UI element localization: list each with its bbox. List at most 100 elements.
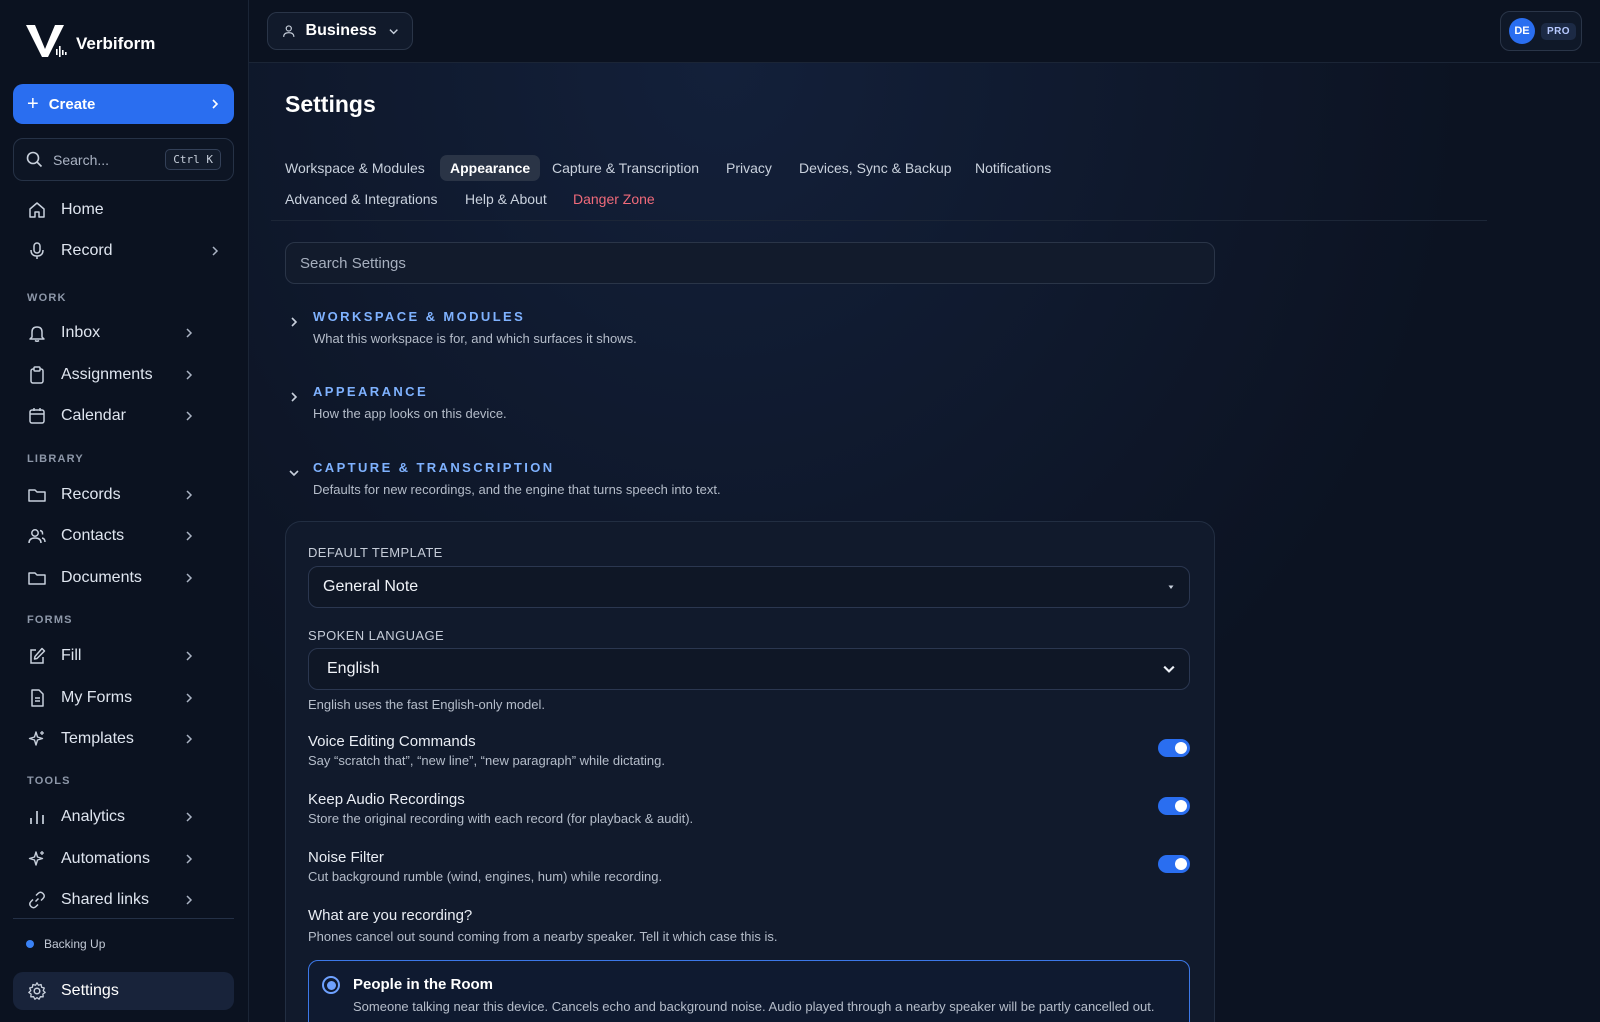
tab-capture-transcription[interactable]: Capture & Transcription	[542, 155, 709, 181]
section-title: APPEARANCE	[313, 384, 429, 399]
section-title: CAPTURE & TRANSCRIPTION	[313, 460, 555, 475]
sidebar-item-label: Templates	[61, 730, 134, 747]
voice-editing-toggle[interactable]	[1158, 739, 1190, 757]
sidebar-item-documents[interactable]: Documents	[13, 559, 234, 597]
sidebar-item-label: Analytics	[61, 808, 126, 825]
workspace-switcher[interactable]: Business	[267, 12, 413, 50]
pencil-square-icon	[30, 647, 46, 664]
sidebar-item-calendar[interactable]: Calendar	[13, 397, 234, 435]
section-workspace-modules[interactable]: WORKSPACE & MODULES What this workspace …	[285, 309, 1215, 349]
tab-danger-zone[interactable]: Danger Zone	[563, 186, 665, 212]
sidebar-item-settings[interactable]: Settings	[13, 972, 234, 1010]
backup-status-text: Backing Up	[44, 937, 106, 951]
brand-name: Verbiform	[76, 34, 156, 53]
sidebar-divider	[13, 918, 234, 919]
mic-icon	[30, 242, 44, 259]
backup-status: Backing Up	[26, 937, 105, 951]
user-menu[interactable]: DE PRO	[1500, 11, 1582, 51]
tab-help-about[interactable]: Help & About	[455, 186, 557, 212]
sparkle-icon	[28, 851, 44, 866]
topbar: Business DE PRO	[249, 0, 1600, 63]
bar-chart-icon	[30, 811, 44, 824]
sidebar-item-automations[interactable]: Automations	[13, 840, 234, 878]
verbiform-logo-icon	[26, 25, 67, 57]
noise-filter-toggle[interactable]	[1158, 855, 1190, 873]
chevron-right-icon	[291, 317, 298, 327]
chevron-right-icon	[186, 370, 193, 380]
toggle-row-noise-filter: Noise Filter Cut background rumble (wind…	[308, 849, 1190, 889]
sidebar-item-label: Fill	[61, 647, 82, 664]
sidebar-item-label: Records	[61, 486, 121, 503]
sidebar-item-record[interactable]: Record	[13, 232, 234, 270]
sidebar-item-contacts[interactable]: Contacts	[13, 517, 234, 555]
tab-appearance[interactable]: Appearance	[440, 155, 541, 181]
folder-icon	[28, 489, 46, 502]
keep-audio-toggle[interactable]	[1158, 797, 1190, 815]
settings-search-input[interactable]	[285, 242, 1215, 284]
chevron-right-icon	[186, 651, 193, 661]
toggle-description: Say “scratch that”, “new line”, “new par…	[308, 753, 665, 768]
clipboard-icon	[30, 366, 44, 384]
sidebar-item-records[interactable]: Records	[13, 476, 234, 514]
create-button[interactable]: + Create	[13, 84, 234, 124]
chevron-right-icon	[212, 99, 219, 109]
radio-selected-icon[interactable]	[322, 976, 340, 994]
language-hint: English uses the fast English-only model…	[308, 697, 546, 712]
sidebar-item-label: Settings	[61, 982, 119, 999]
chevron-right-icon	[186, 573, 193, 583]
home-icon	[29, 202, 45, 218]
sidebar-item-analytics[interactable]: Analytics	[13, 798, 234, 836]
sidebar-item-label: My Forms	[61, 689, 133, 706]
sidebar-item-label: Shared links	[61, 891, 150, 908]
gear-icon	[28, 982, 46, 1000]
status-dot-icon	[26, 940, 34, 948]
tab-notifications[interactable]: Notifications	[965, 155, 1061, 181]
sidebar-item-label: Contacts	[61, 527, 125, 544]
tab-advanced-integrations[interactable]: Advanced & Integrations	[275, 186, 448, 212]
brand[interactable]: Verbiform	[24, 22, 155, 60]
folder-icon	[28, 572, 46, 585]
chevron-right-icon	[186, 490, 193, 500]
toggle-title: Voice Editing Commands	[308, 733, 476, 750]
recording-option-people-in-room[interactable]: People in the Room Someone talking near …	[308, 960, 1190, 1022]
tab-devices-sync-backup[interactable]: Devices, Sync & Backup	[789, 155, 962, 181]
sidebar-section-tools: TOOLS	[27, 775, 71, 787]
sidebar-section-forms: FORMS	[27, 614, 73, 626]
section-appearance[interactable]: APPEARANCE How the app looks on this dev…	[285, 384, 1215, 424]
users-icon	[28, 529, 46, 544]
section-capture-transcription[interactable]: CAPTURE & TRANSCRIPTION Defaults for new…	[285, 460, 1215, 500]
default-template-label: DEFAULT TEMPLATE	[308, 545, 443, 560]
option-description: Someone talking near this device. Cancel…	[353, 999, 1155, 1014]
sidebar-item-assignments[interactable]: Assignments	[13, 356, 234, 394]
chevron-right-icon	[186, 734, 193, 744]
spoken-language-select[interactable]: English	[308, 648, 1190, 690]
page-title: Settings	[285, 91, 376, 117]
sidebar-item-inbox[interactable]: Inbox	[13, 314, 234, 352]
chevron-right-icon	[186, 854, 193, 864]
sidebar-item-label: Calendar	[61, 407, 126, 424]
toggle-title: Noise Filter	[308, 849, 384, 866]
default-template-select[interactable]: General Note	[308, 566, 1190, 608]
sidebar-item-fill[interactable]: Fill	[13, 637, 234, 675]
sidebar-item-shared-links[interactable]: Shared links	[13, 881, 234, 919]
sidebar-item-label: Inbox	[61, 324, 101, 341]
chevron-right-icon	[212, 246, 219, 256]
search-icon	[26, 151, 43, 168]
sidebar-item-label: Automations	[61, 850, 150, 867]
sidebar-item-my-forms[interactable]: My Forms	[13, 679, 234, 717]
chevron-right-icon	[186, 895, 193, 905]
sidebar-item-templates[interactable]: Templates	[13, 720, 234, 758]
sidebar-section-library: LIBRARY	[27, 453, 84, 465]
sidebar-item-home[interactable]: Home	[13, 191, 234, 229]
tab-workspace-modules[interactable]: Workspace & Modules	[275, 155, 435, 181]
sidebar-search-placeholder: Search...	[53, 151, 110, 168]
chevron-right-icon	[186, 812, 193, 822]
spoken-language-value: English	[327, 660, 380, 677]
chevron-right-icon	[291, 392, 298, 402]
settings-tabs: Workspace & Modules Appearance Capture &…	[271, 153, 1487, 221]
tab-privacy[interactable]: Privacy	[716, 155, 782, 181]
section-title: WORKSPACE & MODULES	[313, 309, 526, 324]
recording-hint: Phones cancel out sound coming from a ne…	[308, 929, 778, 944]
sidebar-search[interactable]: Search... Ctrl K	[13, 138, 234, 181]
plan-badge: PRO	[1541, 22, 1576, 40]
